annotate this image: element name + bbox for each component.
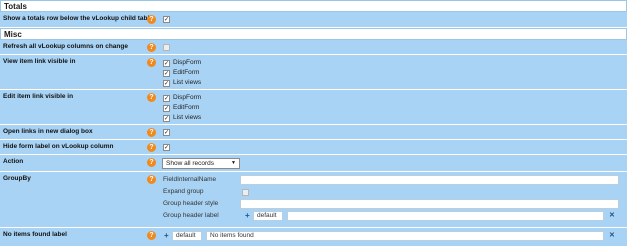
option-label: DispForm <box>173 59 202 66</box>
view-editform-checkbox[interactable]: ✓ <box>163 70 170 77</box>
help-icon[interactable]: ? <box>147 231 156 240</box>
close-icon[interactable]: ✕ <box>609 231 615 241</box>
option-label: List views <box>173 79 202 86</box>
option-label: DispForm <box>173 94 202 101</box>
hide-label-checkbox[interactable]: ✓ <box>163 144 170 151</box>
help-icon[interactable]: ? <box>147 128 156 137</box>
add-translation-icon[interactable]: + <box>245 211 250 221</box>
no-items-label-input[interactable]: No items found <box>206 231 604 241</box>
language-tag: default <box>172 231 202 241</box>
option-label: List views <box>173 114 202 121</box>
setting-label: Open links in new dialog box <box>3 128 93 135</box>
action-select-value: Show all records <box>166 160 215 167</box>
setting-label: View item link visible in <box>3 58 76 65</box>
section-header-totals: Totals <box>0 0 627 12</box>
setting-row-edit-link: Edit item link visible in ? ✓ DispForm ✓… <box>0 90 627 125</box>
setting-row-hide-label: Hide form label on vLookup column ? ✓ <box>0 140 627 155</box>
expand-group-label: Expand group <box>163 188 204 195</box>
open-dialog-checkbox[interactable]: ✓ <box>163 129 170 136</box>
view-listviews-checkbox[interactable]: ✓ <box>163 80 170 87</box>
setting-row-open-dialog: Open links in new dialog box ? ✓ <box>0 125 627 140</box>
setting-label: Show a totals row below the vLookup chil… <box>3 15 153 22</box>
section-title: Misc <box>4 29 22 39</box>
refresh-checkbox[interactable] <box>163 44 170 51</box>
setting-row-refresh: Refresh all vLookup columns on change ? <box>0 40 627 55</box>
setting-label: Hide form label on vLookup column <box>3 143 114 150</box>
totals-checkbox[interactable]: ✓ <box>163 16 170 23</box>
setting-label: Refresh all vLookup columns on change <box>3 43 128 50</box>
help-icon[interactable]: ? <box>147 58 156 67</box>
setting-label: Action <box>3 158 24 165</box>
help-icon[interactable]: ? <box>147 15 156 24</box>
expand-group-checkbox[interactable] <box>242 189 249 196</box>
language-tag: default <box>253 211 283 221</box>
setting-label: GroupBy <box>3 175 31 182</box>
setting-label: No items found label <box>3 231 67 238</box>
setting-row-action: Action ? Show all records ▼ <box>0 155 627 172</box>
help-icon[interactable]: ? <box>147 93 156 102</box>
edit-dispform-checkbox[interactable]: ✓ <box>163 95 170 102</box>
setting-row-view-link: View item link visible in ? ✓ DispForm ✓… <box>0 55 627 90</box>
help-icon[interactable]: ? <box>147 158 156 167</box>
option-label: EditForm <box>173 104 200 111</box>
help-icon[interactable]: ? <box>147 143 156 152</box>
field-internal-name-label: FieldInternalName <box>163 176 217 183</box>
edit-listviews-checkbox[interactable]: ✓ <box>163 115 170 122</box>
setting-row-no-items: No items found label ? + default No item… <box>0 228 627 247</box>
chevron-down-icon: ▼ <box>231 160 236 166</box>
group-header-style-input[interactable] <box>240 199 619 209</box>
help-icon[interactable]: ? <box>147 175 156 184</box>
add-translation-icon[interactable]: + <box>164 231 169 241</box>
help-icon[interactable]: ? <box>147 43 156 52</box>
setting-row-totals: Show a totals row below the vLookup chil… <box>0 12 627 28</box>
group-header-label-input[interactable] <box>287 211 604 221</box>
section-title: Totals <box>4 1 27 11</box>
action-select[interactable]: Show all records ▼ <box>162 158 240 169</box>
setting-label: Edit item link visible in <box>3 93 74 100</box>
edit-editform-checkbox[interactable]: ✓ <box>163 105 170 112</box>
field-internal-name-input[interactable] <box>240 175 619 185</box>
section-header-misc: Misc <box>0 28 627 40</box>
view-dispform-checkbox[interactable]: ✓ <box>163 60 170 67</box>
setting-row-groupby: GroupBy ? FieldInternalName Expand group… <box>0 172 627 228</box>
option-label: EditForm <box>173 69 200 76</box>
group-header-label-label: Group header label <box>163 212 219 219</box>
group-header-style-label: Group header style <box>163 200 219 207</box>
close-icon[interactable]: ✕ <box>609 211 615 221</box>
